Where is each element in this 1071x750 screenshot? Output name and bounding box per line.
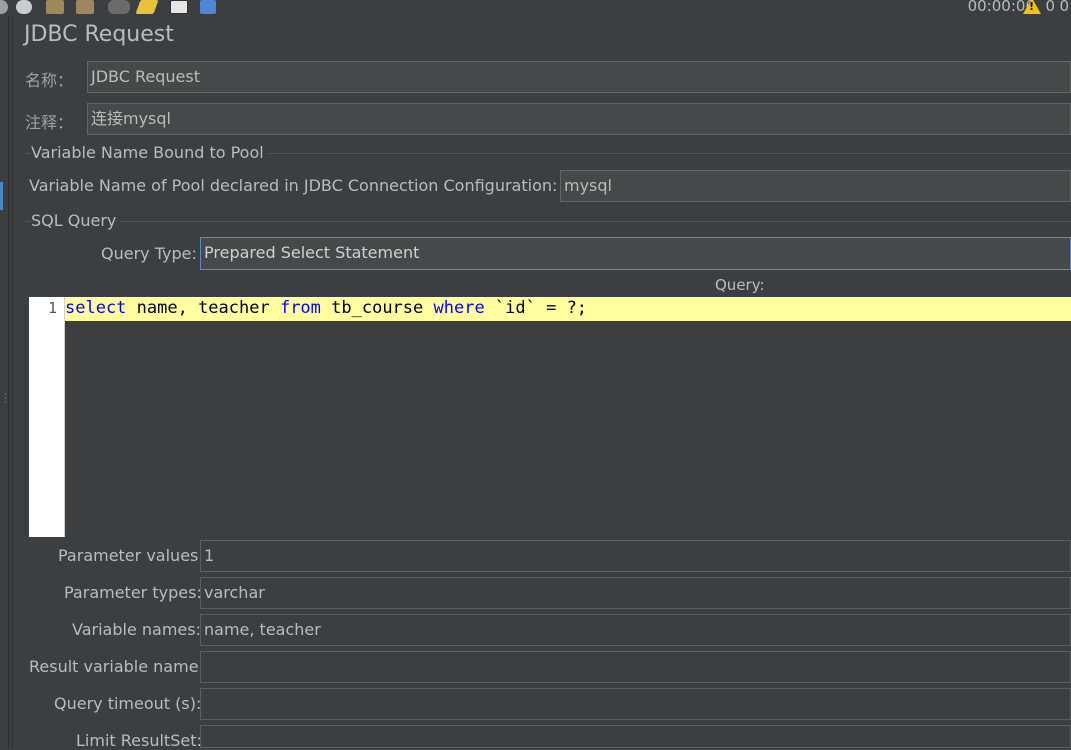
- query-type-select[interactable]: Prepared Select Statement: [200, 237, 1071, 270]
- sql-keyword: from: [279, 298, 321, 318]
- pool-name-field[interactable]: mysql: [560, 170, 1071, 202]
- name-label: 名称：: [25, 71, 74, 90]
- tree-panel-edge: [0, 16, 9, 748]
- stop-icon[interactable]: [0, 0, 8, 14]
- sql-text: `id` = ?;: [484, 298, 588, 318]
- warning-count: 0: [1045, 0, 1055, 15]
- sql-section-border: [25, 221, 1071, 222]
- query-type-label: Query Type:: [101, 244, 197, 263]
- parameter-values-label: Parameter values:: [58, 546, 204, 565]
- sql-text: tb_course: [320, 298, 434, 318]
- pool-name-label: Variable Name of Pool declared in JDBC C…: [29, 176, 558, 195]
- parameter-types-field[interactable]: varchar: [200, 577, 1071, 609]
- shutdown-icon[interactable]: [16, 0, 32, 14]
- function-helper-icon[interactable]: [170, 0, 188, 14]
- pool-section-title: Variable Name Bound to Pool: [31, 143, 268, 162]
- variable-names-field[interactable]: name, teacher: [200, 614, 1071, 646]
- query-editor[interactable]: 1 select name, teacher from tb_course wh…: [29, 297, 1071, 537]
- comment-label: 注释：: [25, 113, 74, 132]
- query-label: Query:: [715, 276, 765, 294]
- search-icon[interactable]: [108, 0, 130, 14]
- sql-text: name, teacher: [126, 298, 280, 318]
- error-count: 0: [1059, 0, 1069, 15]
- panel-divider: [12, 16, 13, 748]
- limit-resultset-field[interactable]: [200, 725, 1071, 748]
- result-variable-label: Result variable name:: [29, 657, 204, 676]
- query-code-line[interactable]: select name, teacher from tb_course wher…: [65, 297, 587, 321]
- reset-search-icon[interactable]: [135, 0, 159, 14]
- query-timeout-field[interactable]: [200, 688, 1071, 720]
- splitter-handle-icon[interactable]: · · ·: [4, 391, 8, 408]
- tree-selection-marker: [0, 182, 3, 210]
- help-icon[interactable]: [200, 0, 216, 14]
- variable-names-label: Variable names:: [72, 620, 201, 639]
- sql-keyword: select: [65, 298, 127, 318]
- warning-icon[interactable]: [1023, 0, 1041, 14]
- parameter-types-label: Parameter types:: [64, 583, 202, 602]
- page-title: JDBC Request: [24, 22, 174, 47]
- sql-keyword: where: [433, 298, 485, 318]
- line-number: 1: [47, 299, 57, 317]
- clear-icon[interactable]: [46, 0, 64, 14]
- clear-all-icon[interactable]: [76, 0, 94, 14]
- name-field[interactable]: JDBC Request: [87, 61, 1071, 93]
- toolbar: 00:00:00 0 0: [0, 0, 1071, 16]
- parameter-values-field[interactable]: 1: [200, 540, 1071, 572]
- query-timeout-label: Query timeout (s):: [54, 694, 202, 713]
- result-variable-field[interactable]: [200, 651, 1071, 683]
- limit-resultset-label: Limit ResultSet:: [76, 731, 202, 750]
- line-number-gutter: 1: [29, 297, 65, 537]
- sql-section-title: SQL Query: [31, 211, 121, 230]
- comment-field[interactable]: 连接mysql: [87, 103, 1071, 135]
